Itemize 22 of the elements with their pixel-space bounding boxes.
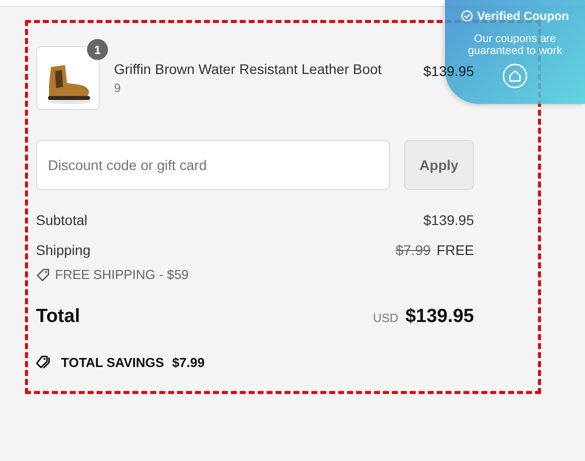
tag-icon <box>36 268 50 282</box>
shipping-value: FREE <box>436 242 474 258</box>
original-shipping-price: $7.99 <box>396 242 431 258</box>
total-value: $139.95 <box>405 306 474 328</box>
coupon-message: Our coupons are guaranteed to work <box>466 33 564 57</box>
subtotal-label: Subtotal <box>36 212 88 228</box>
shipping-discount-text: FREE SHIPPING - $59 <box>55 267 189 282</box>
check-circle-icon <box>460 10 473 22</box>
home-icon[interactable] <box>502 63 528 89</box>
total-savings-value: $7.99 <box>172 355 205 370</box>
product-name: Griffin Brown Water Resistant Leather Boot <box>114 61 383 77</box>
shipping-label: Shipping <box>36 242 90 258</box>
total-label: Total <box>36 306 80 328</box>
discount-code-field[interactable]: Discount code or gift card <box>36 140 390 190</box>
subtotal-value: $139.95 <box>423 212 474 228</box>
total-savings-label: TOTAL SAVINGS <box>61 355 164 370</box>
apply-button[interactable]: Apply <box>404 140 474 190</box>
quantity-badge: 1 <box>87 39 108 60</box>
coupon-title: Verified Coupon <box>476 9 569 23</box>
tags-icon <box>36 355 53 370</box>
currency-code: USD <box>372 311 398 325</box>
product-variant: 9 <box>114 81 122 95</box>
